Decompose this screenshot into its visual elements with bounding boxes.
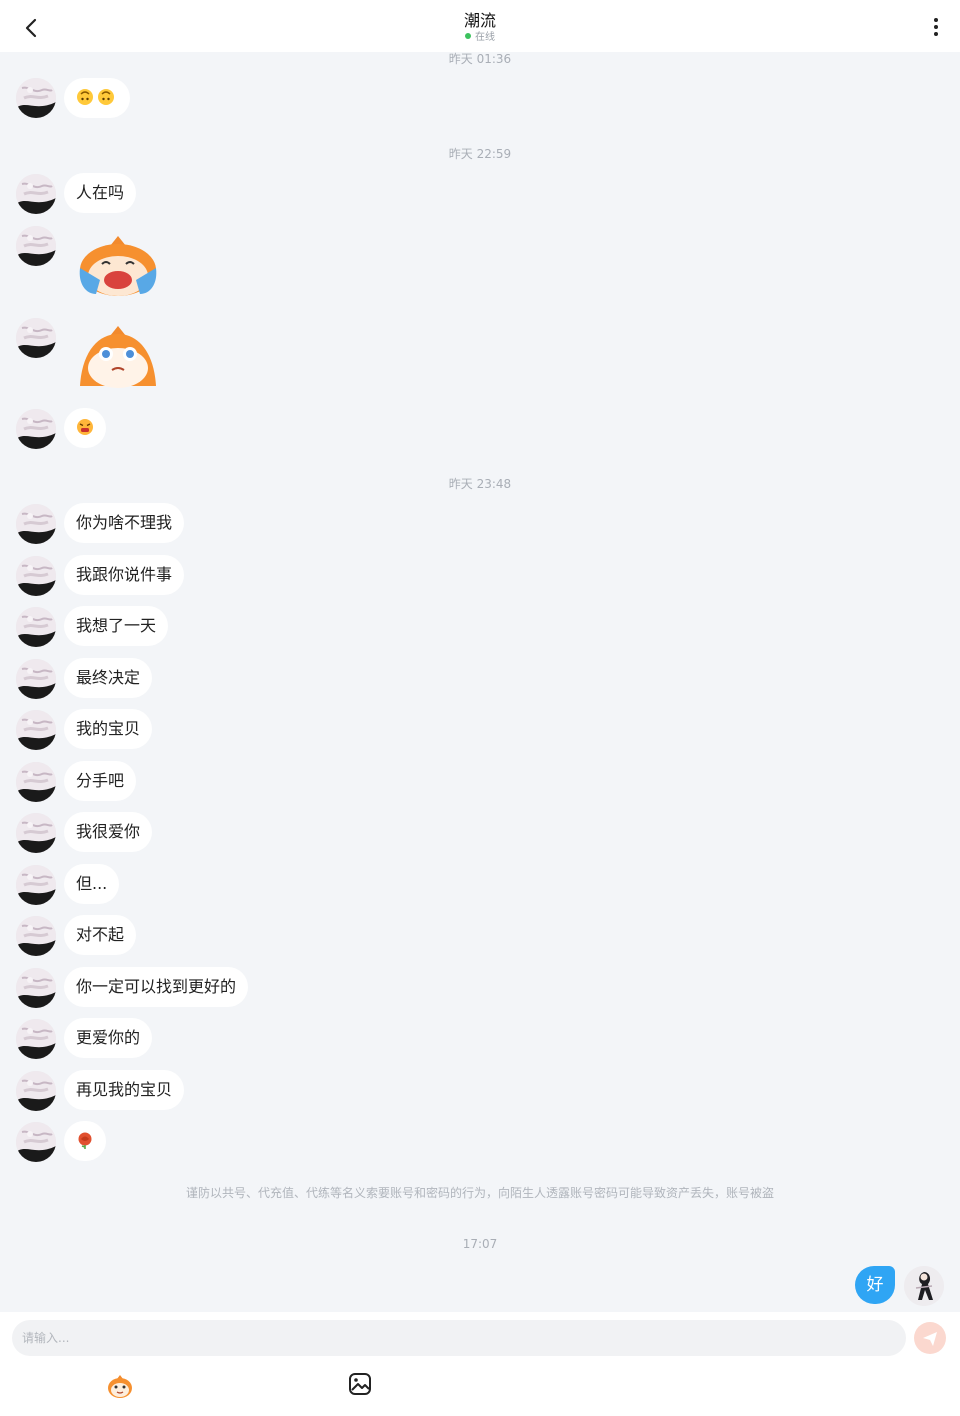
- message-bubble[interactable]: 对不起: [64, 915, 137, 955]
- chat-title: 潮流: [463, 11, 496, 30]
- my-message-bubble[interactable]: 好: [855, 1266, 895, 1304]
- message-bubble[interactable]: 我很爱你: [64, 812, 153, 852]
- timestamp: 昨天 23:48: [448, 477, 512, 491]
- emoji-message-bubble[interactable]: [64, 408, 106, 448]
- timestamp: 17:07: [462, 1237, 498, 1251]
- timestamp: 昨天 22:59: [448, 147, 512, 161]
- online-status-label: 在线: [475, 32, 495, 43]
- rose-icon: [78, 1132, 92, 1149]
- chat-header: 潮流 在线: [0, 0, 960, 52]
- message-bubble[interactable]: 人在吗: [64, 173, 137, 213]
- contact-avatar[interactable]: [16, 174, 56, 214]
- message-input[interactable]: [12, 1320, 906, 1356]
- send-icon: [923, 1332, 937, 1346]
- contact-avatar[interactable]: [16, 226, 56, 266]
- emoji-picker-icon[interactable]: [106, 1372, 134, 1400]
- security-notice: 谨防以共号、代充值、代练等名义索要账号和密码的行为，向陌生人透露账号密码可能导致…: [185, 1186, 774, 1200]
- contact-avatar[interactable]: [16, 556, 56, 596]
- message-bubble[interactable]: 你一定可以找到更好的: [64, 967, 249, 1007]
- contact-avatar[interactable]: [16, 865, 56, 905]
- contact-avatar[interactable]: [16, 762, 56, 802]
- online-dot-icon: [465, 33, 471, 39]
- contact-avatar[interactable]: [16, 710, 56, 750]
- contact-avatar[interactable]: [16, 318, 56, 358]
- contact-avatar[interactable]: [16, 409, 56, 449]
- contact-avatar[interactable]: [16, 1071, 56, 1111]
- chat-title-area: 潮流 在线: [0, 10, 960, 44]
- emoji-message-bubble[interactable]: [64, 1121, 106, 1161]
- image-picker-icon[interactable]: [348, 1372, 372, 1396]
- more-options-icon[interactable]: [926, 16, 946, 40]
- contact-avatar[interactable]: [16, 607, 56, 647]
- my-avatar[interactable]: [904, 1266, 944, 1306]
- contact-avatar[interactable]: [16, 659, 56, 699]
- contact-avatar[interactable]: [16, 1122, 56, 1162]
- send-button[interactable]: [914, 1322, 946, 1354]
- contact-avatar[interactable]: [16, 78, 56, 118]
- message-bubble[interactable]: 再见我的宝贝: [64, 1070, 185, 1110]
- message-bubble[interactable]: 最终决定: [64, 658, 153, 698]
- message-bubble[interactable]: 我的宝贝: [64, 709, 153, 749]
- contact-avatar[interactable]: [16, 916, 56, 956]
- contact-avatar[interactable]: [16, 504, 56, 544]
- contact-avatar[interactable]: [16, 1019, 56, 1059]
- teary-fox-sticker[interactable]: [72, 322, 164, 394]
- message-bubble[interactable]: 分手吧: [64, 761, 137, 801]
- contact-avatar[interactable]: [16, 968, 56, 1008]
- contact-avatar[interactable]: [16, 813, 56, 853]
- upside-down-face-icon: [77, 89, 114, 105]
- input-bar: [0, 1312, 960, 1416]
- message-bubble[interactable]: 更爱你的: [64, 1018, 153, 1058]
- timestamp: 昨天 01:36: [448, 52, 512, 66]
- message-bubble[interactable]: 我想了一天: [64, 606, 169, 646]
- message-bubble[interactable]: 你为啥不理我: [64, 503, 185, 543]
- emoji-message-bubble[interactable]: [64, 78, 130, 118]
- online-status: 在线: [0, 32, 960, 44]
- crying-fox-sticker[interactable]: [72, 230, 164, 302]
- message-bubble[interactable]: 我跟你说件事: [64, 555, 185, 595]
- angry-face-icon: [77, 419, 93, 435]
- message-bubble[interactable]: 但...: [64, 864, 120, 904]
